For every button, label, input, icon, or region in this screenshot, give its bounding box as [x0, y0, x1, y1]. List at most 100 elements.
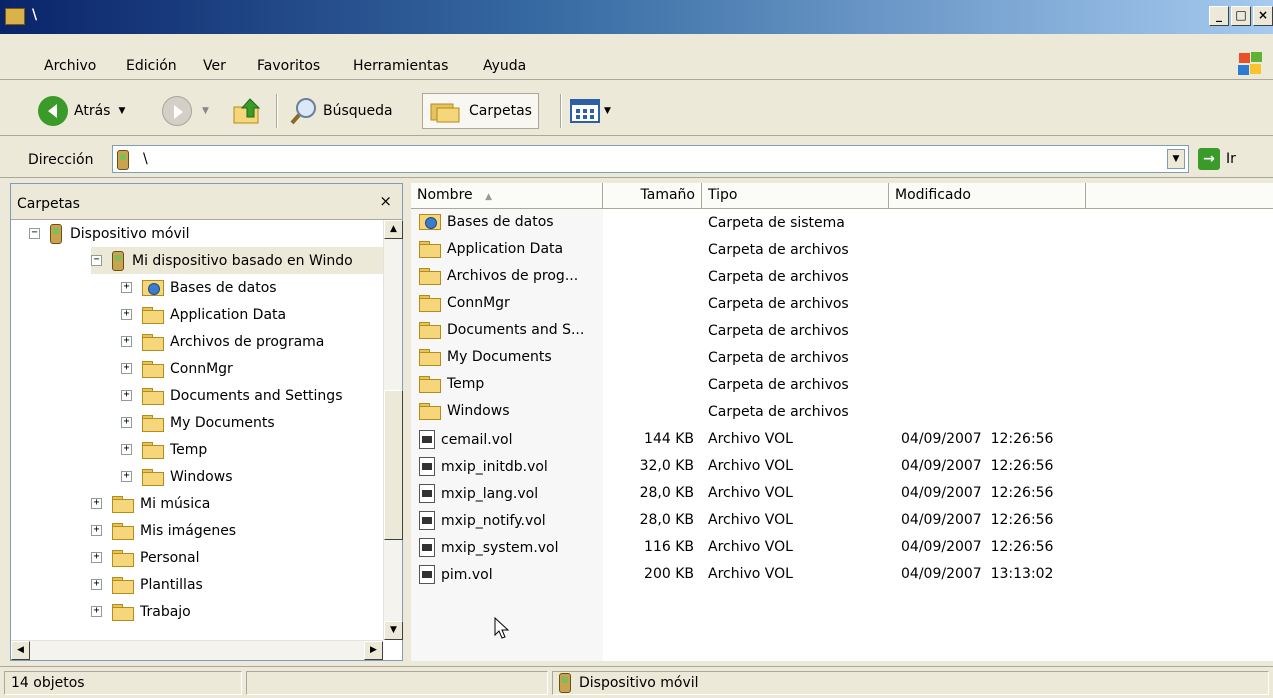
folder-icon [142, 333, 164, 351]
vol-file-icon [419, 430, 435, 449]
expand-icon[interactable]: + [91, 579, 102, 590]
expand-icon[interactable]: + [91, 552, 102, 563]
tree-item[interactable]: + Bases de datos [121, 274, 277, 301]
column-name[interactable]: Nombre ▲ [411, 183, 603, 209]
list-item[interactable]: Archivos de prog... Carpeta de archivos [411, 265, 1273, 292]
tree-item[interactable]: + Temp [121, 436, 207, 463]
menu-archivo[interactable]: Archivo [44, 58, 96, 74]
forward-button[interactable]: ▼ [162, 93, 209, 129]
expand-icon[interactable]: + [121, 282, 132, 293]
list-item[interactable]: mxip_initdb.vol 32,0 KB Archivo VOL 04/0… [411, 454, 1273, 481]
tree-vertical-scrollbar[interactable]: ▲ ▼ [383, 220, 403, 640]
go-button[interactable]: → Ir [1198, 148, 1236, 170]
search-button[interactable]: Búsqueda [289, 93, 393, 129]
tree-item[interactable]: + Trabajo [91, 598, 191, 625]
expand-icon[interactable]: + [121, 336, 132, 347]
windows-logo-icon [1237, 50, 1263, 76]
scroll-right-button[interactable]: ▶ [364, 641, 383, 660]
expand-icon[interactable]: + [121, 444, 132, 455]
tree-item[interactable]: + Archivos de programa [121, 328, 324, 355]
scroll-thumb[interactable] [384, 390, 403, 540]
tree-item-label: Documents and Settings [170, 387, 343, 404]
views-button[interactable]: ▼ [570, 93, 611, 129]
back-dropdown-icon[interactable]: ▼ [118, 106, 125, 116]
back-button[interactable]: Atrás ▼ [38, 93, 125, 129]
minimize-button[interactable]: _ [1209, 6, 1229, 26]
tree-item[interactable]: + ConnMgr [121, 355, 233, 382]
expand-icon[interactable]: + [91, 498, 102, 509]
tree-item-selected[interactable]: − Mi dispositivo basado en Windo [91, 247, 383, 274]
item-type: Archivo VOL [708, 431, 793, 447]
expand-icon[interactable]: + [121, 417, 132, 428]
item-size: 28,0 KB [639, 485, 694, 501]
list-item[interactable]: cemail.vol 144 KB Archivo VOL 04/09/2007… [411, 427, 1273, 454]
toolbar-separator [276, 94, 278, 128]
item-name: Windows [447, 403, 510, 419]
column-modified[interactable]: Modificado [889, 183, 1086, 209]
scroll-up-button[interactable]: ▲ [384, 220, 403, 239]
views-dropdown-icon[interactable]: ▼ [604, 106, 611, 116]
forward-dropdown-icon[interactable]: ▼ [202, 106, 209, 116]
address-input[interactable]: \ [112, 145, 1189, 173]
list-item[interactable]: pim.vol 200 KB Archivo VOL 04/09/2007 13… [411, 562, 1273, 589]
tree-item[interactable]: + Plantillas [91, 571, 203, 598]
column-modified-label: Modificado [895, 187, 971, 203]
tree-item-label: Application Data [170, 306, 287, 323]
list-item[interactable]: ConnMgr Carpeta de archivos [411, 292, 1273, 319]
tree-item[interactable]: + Mi música [91, 490, 210, 517]
tree-item[interactable]: + Personal [91, 544, 200, 571]
folders-button[interactable]: Carpetas [422, 93, 539, 129]
menu-ver[interactable]: Ver [203, 58, 226, 74]
tree-item[interactable]: + Documents and Settings [121, 382, 342, 409]
folder-icon [419, 403, 441, 420]
tree-item[interactable]: + Application Data [121, 301, 286, 328]
column-size[interactable]: Tamaño [603, 183, 702, 209]
tree-item[interactable]: − Dispositivo móvil [29, 220, 190, 247]
list-item[interactable]: mxip_lang.vol 28,0 KB Archivo VOL 04/09/… [411, 481, 1273, 508]
item-name: Temp [447, 376, 485, 392]
pane-splitter[interactable] [403, 183, 411, 661]
address-dropdown-button[interactable]: ▼ [1167, 149, 1185, 169]
list-item[interactable]: Documents and S... Carpeta de archivos [411, 319, 1273, 346]
menu-edicion[interactable]: Edición [126, 58, 177, 74]
list-item[interactable]: Temp Carpeta de archivos [411, 373, 1273, 400]
column-name-label: Nombre [417, 187, 473, 203]
tree-horizontal-scrollbar[interactable]: ◀ ▶ [11, 640, 383, 660]
column-size-label: Tamaño [640, 187, 695, 203]
list-item[interactable]: Bases de datos Carpeta de sistema [411, 211, 1273, 238]
scroll-down-button[interactable]: ▼ [384, 621, 403, 640]
column-type[interactable]: Tipo [702, 183, 889, 209]
item-type: Carpeta de archivos [708, 242, 849, 258]
expand-icon[interactable]: + [91, 525, 102, 536]
up-folder-button[interactable] [232, 93, 264, 129]
list-item[interactable]: mxip_notify.vol 28,0 KB Archivo VOL 04/0… [411, 508, 1273, 535]
list-item[interactable]: Application Data Carpeta de archivos [411, 238, 1273, 265]
menu-ayuda[interactable]: Ayuda [483, 58, 526, 74]
menu-herramientas[interactable]: Herramientas [353, 58, 448, 74]
tree-item[interactable]: + My Documents [121, 409, 275, 436]
tree-item[interactable]: + Mis imágenes [91, 517, 236, 544]
expand-icon[interactable]: + [121, 363, 132, 374]
close-pane-icon[interactable]: × [379, 192, 392, 210]
status-empty-cell [246, 671, 548, 695]
list-item[interactable]: Windows Carpeta de archivos [411, 400, 1273, 427]
expand-icon[interactable]: + [121, 309, 132, 320]
expand-icon[interactable]: + [91, 606, 102, 617]
list-item[interactable]: My Documents Carpeta de archivos [411, 346, 1273, 373]
maximize-button[interactable]: □ [1231, 6, 1251, 26]
menu-favoritos[interactable]: Favoritos [257, 58, 320, 74]
tree-item[interactable]: + Windows [121, 463, 233, 490]
expand-icon[interactable]: + [121, 471, 132, 482]
item-name: mxip_notify.vol [441, 512, 546, 529]
views-icon [570, 99, 600, 123]
database-folder-icon [419, 214, 441, 230]
collapse-icon[interactable]: − [29, 228, 40, 239]
collapse-icon[interactable]: − [91, 255, 102, 266]
list-item[interactable]: mxip_system.vol 116 KB Archivo VOL 04/09… [411, 535, 1273, 562]
vol-file-icon [419, 565, 435, 584]
expand-icon[interactable]: + [121, 390, 132, 401]
item-type: Archivo VOL [708, 539, 793, 555]
folder-icon [419, 322, 441, 339]
scroll-left-button[interactable]: ◀ [11, 641, 30, 660]
close-button[interactable]: × [1253, 6, 1273, 26]
